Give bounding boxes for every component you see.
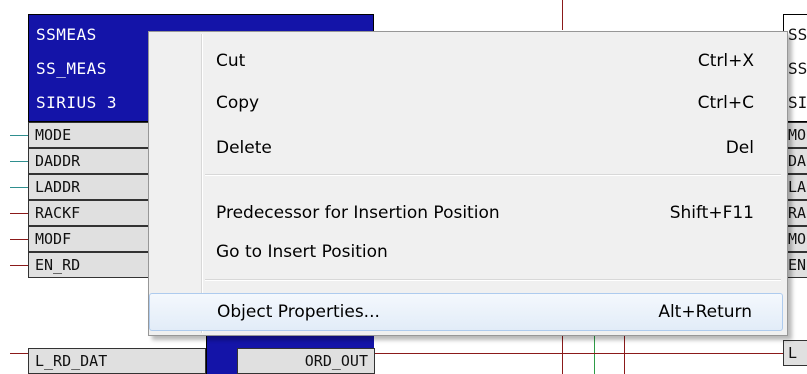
wire-input-mode — [10, 135, 28, 136]
menu-item-shortcut: Ctrl+C — [697, 93, 754, 113]
input-pin-right-7[interactable]: L — [783, 340, 807, 366]
input-pin-l-rd-dat[interactable]: L_RD_DAT — [28, 348, 206, 374]
menu-item-label: Go to Insert Position — [216, 242, 388, 262]
block-comment-right: SI — [788, 93, 807, 112]
wire-bottom-vertical-2 — [624, 336, 625, 374]
block-instance-name: SS_MEAS — [36, 59, 107, 78]
wire-input-daddr — [10, 161, 28, 162]
menu-item-label: Copy — [216, 93, 260, 113]
menu-item-label: Delete — [216, 138, 272, 158]
wire-input-rackf — [10, 213, 28, 214]
block-type-name: SSMEAS — [36, 25, 97, 44]
menu-item-label: Object Properties... — [217, 302, 380, 322]
wire-bottom-vertical-green — [594, 336, 595, 374]
block-type-name-right: SS — [788, 25, 807, 44]
menu-item-predecessor-insertion[interactable]: Predecessor for Insertion Position Shift… — [152, 195, 784, 231]
wire-input-l-rd-dat — [10, 353, 28, 354]
menu-item-shortcut: Alt+Return — [658, 302, 752, 322]
wire-bottom-vertical-1 — [562, 336, 563, 374]
menu-item-shortcut: Shift+F11 — [669, 203, 754, 223]
menu-item-label: Predecessor for Insertion Position — [216, 203, 500, 223]
output-pin-ord-out[interactable]: ORD_OUT — [237, 348, 375, 374]
wire-top-vertical — [562, 0, 563, 30]
wire-input-en-rd — [10, 265, 28, 266]
block-instance-name-right: SS — [788, 59, 807, 78]
menu-item-cut[interactable]: Cut Ctrl+X — [152, 43, 784, 79]
wire-right-input — [768, 353, 783, 354]
menu-item-shortcut: Del — [725, 138, 754, 158]
wire-input-laddr — [10, 187, 28, 188]
menu-item-object-properties[interactable]: Object Properties... Alt+Return — [149, 293, 783, 331]
menu-item-shortcut: Ctrl+X — [697, 51, 754, 71]
menu-item-go-to-insert-position[interactable]: Go to Insert Position — [152, 234, 784, 270]
wire-input-modf — [10, 239, 28, 240]
block-comment: SIRIUS 3 — [36, 93, 118, 112]
menu-item-copy[interactable]: Copy Ctrl+C — [152, 85, 784, 121]
menu-item-label: Cut — [216, 51, 246, 71]
context-menu: Cut Ctrl+X Copy Ctrl+C Delete Del Predec… — [148, 31, 788, 336]
wire-output-horizontal — [374, 353, 774, 354]
menu-separator — [205, 174, 781, 176]
menu-item-delete[interactable]: Delete Del — [152, 130, 784, 166]
menu-separator — [205, 279, 781, 281]
